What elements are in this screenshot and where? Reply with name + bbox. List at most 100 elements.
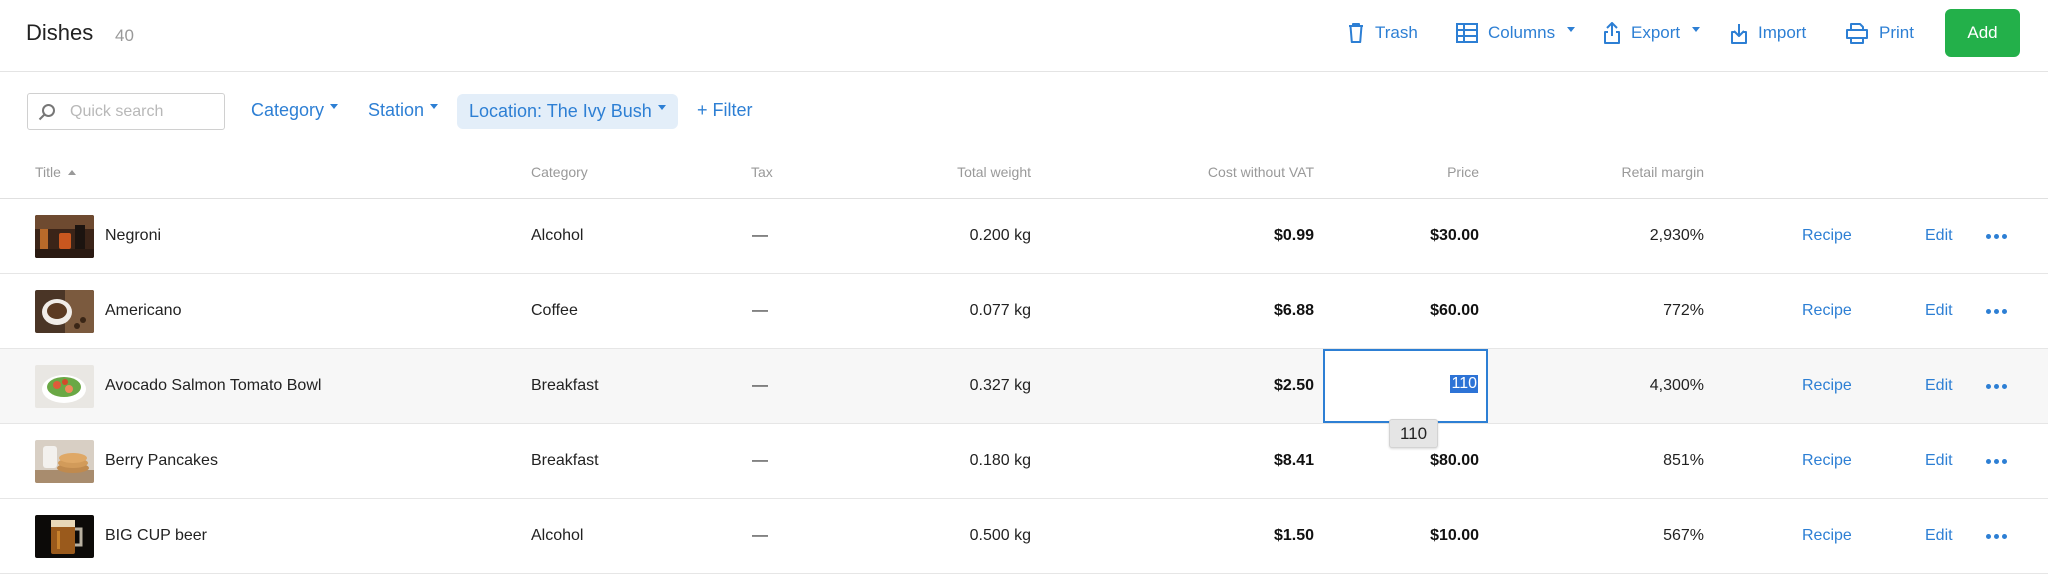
- dish-cost: $0.99: [1273, 227, 1314, 244]
- recipe-link[interactable]: Recipe: [1802, 377, 1852, 395]
- dish-tax: —: [752, 527, 768, 544]
- dish-tax: —: [752, 452, 768, 469]
- recipe-link[interactable]: Recipe: [1802, 227, 1852, 245]
- dish-weight: 0.327 kg: [969, 377, 1031, 394]
- more-icon[interactable]: [1986, 534, 2007, 539]
- dish-category: Alcohol: [531, 527, 584, 544]
- edit-link[interactable]: Edit: [1925, 377, 1953, 395]
- dish-title: Avocado Salmon Tomato Bowl: [105, 377, 322, 394]
- chevron-down-icon: [1567, 26, 1576, 32]
- column-header-tax[interactable]: Tax: [751, 164, 773, 180]
- dish-price[interactable]: $80.00: [1430, 452, 1479, 470]
- price-edit-value[interactable]: 110: [1450, 375, 1478, 393]
- table-row[interactable]: Berry Pancakes Breakfast — 0.180 kg $8.4…: [0, 424, 2048, 499]
- edit-link[interactable]: Edit: [1925, 302, 1953, 320]
- dish-count: 40: [115, 26, 134, 45]
- print-label: Print: [1879, 23, 1914, 42]
- edit-link[interactable]: Edit: [1925, 227, 1953, 245]
- add-filter-button[interactable]: + Filter: [697, 100, 753, 121]
- dish-weight: 0.077 kg: [969, 302, 1031, 319]
- dish-price[interactable]: $10.00: [1430, 527, 1479, 545]
- dish-title: Americano: [105, 302, 182, 319]
- dish-thumbnail: [35, 515, 94, 558]
- chevron-down-icon: [330, 104, 339, 109]
- page-title: Dishes: [26, 20, 94, 45]
- search-box[interactable]: [27, 93, 225, 130]
- column-header-category[interactable]: Category: [531, 164, 588, 180]
- station-filter-label: Station: [368, 100, 425, 120]
- dish-weight: 0.180 kg: [969, 452, 1031, 469]
- dish-title: Berry Pancakes: [105, 452, 218, 469]
- add-button[interactable]: Add: [1945, 9, 2020, 57]
- search-input[interactable]: [70, 102, 220, 121]
- dish-tax: —: [752, 302, 768, 319]
- export-icon: [1604, 22, 1620, 44]
- dish-margin: 851%: [1663, 452, 1704, 469]
- dish-price[interactable]: $30.00: [1430, 227, 1479, 245]
- dish-category: Coffee: [531, 302, 578, 319]
- search-icon: [38, 103, 55, 120]
- column-header-margin[interactable]: Retail margin: [1622, 164, 1704, 180]
- location-filter-chip[interactable]: Location: The Ivy Bush: [457, 94, 678, 129]
- value-tooltip: 110: [1389, 419, 1438, 448]
- columns-icon: [1456, 23, 1478, 43]
- dish-thumbnail: [35, 215, 94, 258]
- station-filter[interactable]: Station: [368, 100, 439, 121]
- sort-ascending-icon: [67, 170, 76, 175]
- dish-price[interactable]: $60.00: [1430, 302, 1479, 320]
- dish-cost: $8.41: [1273, 452, 1314, 469]
- trash-icon: [1349, 23, 1363, 43]
- edit-link[interactable]: Edit: [1925, 527, 1953, 545]
- import-label: Import: [1758, 23, 1807, 42]
- dish-weight: 0.500 kg: [969, 527, 1031, 544]
- trash-label: Trash: [1375, 23, 1418, 42]
- dish-cost: $6.88: [1273, 302, 1314, 319]
- columns-label: Columns: [1488, 23, 1556, 42]
- import-icon: [1731, 24, 1747, 44]
- column-header-label: Title: [35, 164, 61, 180]
- table-row[interactable]: Avocado Salmon Tomato Bowl Breakfast — 0…: [0, 349, 2048, 424]
- columns-button[interactable]: Columns: [1456, 20, 1576, 46]
- dish-title: Negroni: [105, 227, 162, 244]
- dish-title: BIG CUP beer: [105, 527, 207, 544]
- edit-link[interactable]: Edit: [1925, 452, 1953, 470]
- dish-tax: —: [752, 227, 768, 244]
- recipe-link[interactable]: Recipe: [1802, 527, 1852, 545]
- category-filter[interactable]: Category: [251, 100, 339, 121]
- chevron-down-icon: [430, 104, 439, 109]
- dish-margin: 4,300%: [1649, 377, 1704, 394]
- import-button[interactable]: Import: [1730, 20, 1806, 46]
- recipe-link[interactable]: Recipe: [1802, 452, 1852, 470]
- print-button[interactable]: Print: [1845, 20, 1914, 46]
- column-header-title[interactable]: Title: [35, 164, 76, 180]
- dish-thumbnail: [35, 365, 94, 408]
- export-button[interactable]: Export: [1603, 20, 1701, 46]
- price-edit-input[interactable]: 110: [1323, 349, 1488, 423]
- dish-tax: —: [752, 377, 768, 394]
- dish-weight: 0.200 kg: [969, 227, 1031, 244]
- more-icon[interactable]: [1986, 309, 2007, 314]
- column-header-weight[interactable]: Total weight: [957, 164, 1031, 180]
- chevron-down-icon: [657, 105, 666, 110]
- column-header-price[interactable]: Price: [1447, 164, 1479, 180]
- table-row[interactable]: Negroni Alcohol — 0.200 kg $0.99 $30.00 …: [0, 199, 2048, 274]
- table-row[interactable]: Americano Coffee — 0.077 kg $6.88 $60.00…: [0, 274, 2048, 349]
- dish-category: Breakfast: [531, 377, 599, 394]
- dish-category: Breakfast: [531, 452, 599, 469]
- column-header-cost[interactable]: Cost without VAT: [1208, 164, 1314, 180]
- dish-margin: 772%: [1663, 302, 1704, 319]
- recipe-link[interactable]: Recipe: [1802, 302, 1852, 320]
- dish-thumbnail: [35, 290, 94, 333]
- dish-cost: $1.50: [1273, 527, 1314, 544]
- table-row[interactable]: BIG CUP beer Alcohol — 0.500 kg $1.50 $1…: [0, 499, 2048, 574]
- dish-thumbnail: [35, 440, 94, 483]
- dish-margin: 567%: [1663, 527, 1704, 544]
- page-header: Dishes 40 Trash Columns Export Import Pr…: [0, 0, 2048, 72]
- more-icon[interactable]: [1986, 384, 2007, 389]
- more-icon[interactable]: [1986, 234, 2007, 239]
- more-icon[interactable]: [1986, 459, 2007, 464]
- dish-margin: 2,930%: [1649, 227, 1704, 244]
- dish-cost: $2.50: [1273, 377, 1314, 394]
- location-filter-label: Location: The Ivy Bush: [469, 101, 652, 121]
- trash-button[interactable]: Trash: [1347, 20, 1418, 46]
